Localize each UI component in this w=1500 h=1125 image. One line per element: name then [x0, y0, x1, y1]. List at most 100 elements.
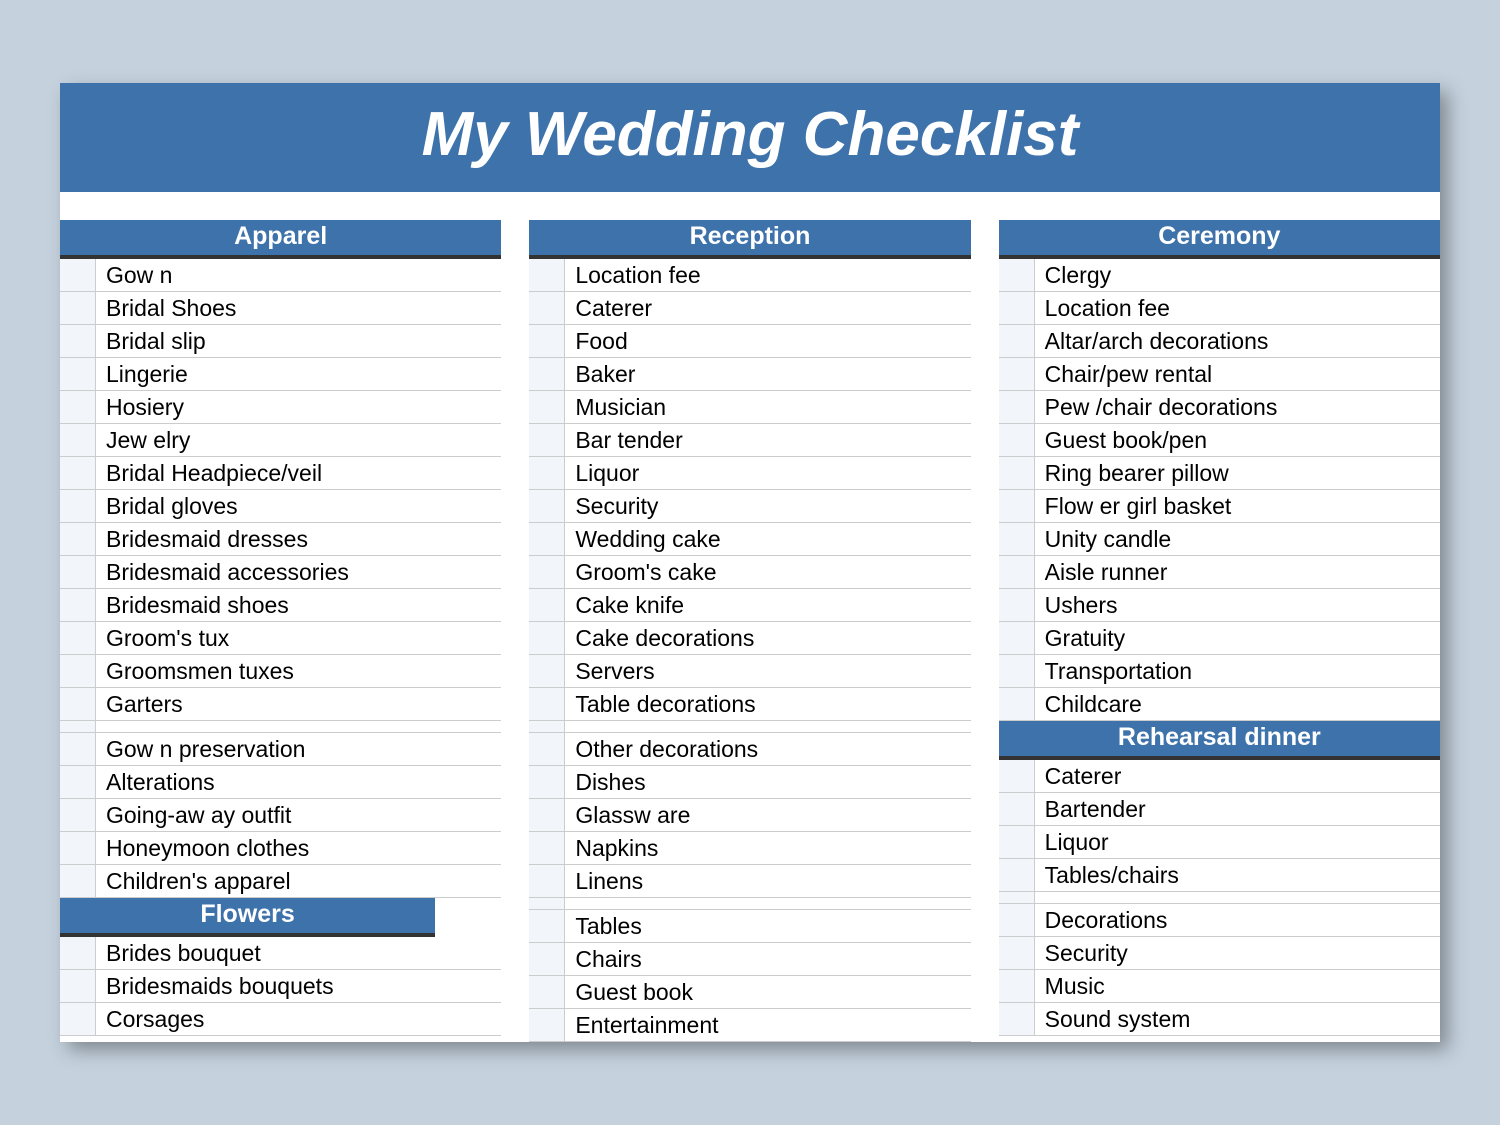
list-item: Altar/arch decorations	[999, 325, 1440, 358]
checkbox-cell[interactable]	[529, 259, 565, 292]
list-item: Ring bearer pillow	[999, 457, 1440, 490]
list-item: Entertainment	[529, 1009, 970, 1042]
checkbox-cell[interactable]	[60, 721, 96, 733]
item-label: Bridal gloves	[96, 490, 501, 523]
checkbox-cell[interactable]	[60, 655, 96, 688]
checkbox-cell[interactable]	[60, 865, 96, 898]
checkbox-cell[interactable]	[60, 523, 96, 556]
checkbox-cell[interactable]	[999, 325, 1035, 358]
list-item: Bridesmaid dresses	[60, 523, 501, 556]
list-item: Location fee	[529, 259, 970, 292]
checkbox-cell[interactable]	[60, 490, 96, 523]
checkbox-cell[interactable]	[529, 457, 565, 490]
checkbox-cell[interactable]	[999, 937, 1035, 970]
checkbox-cell[interactable]	[529, 733, 565, 766]
checkbox-cell[interactable]	[529, 976, 565, 1009]
checkbox-cell[interactable]	[529, 799, 565, 832]
checkbox-cell[interactable]	[60, 622, 96, 655]
checkbox-cell[interactable]	[999, 904, 1035, 937]
list-item: Clergy	[999, 259, 1440, 292]
checkbox-cell[interactable]	[999, 760, 1035, 793]
checkbox-cell[interactable]	[999, 556, 1035, 589]
item-label: Groomsmen tuxes	[96, 655, 501, 688]
checkbox-cell[interactable]	[529, 589, 565, 622]
list-item: Children's apparel	[60, 865, 501, 898]
checkbox-cell[interactable]	[529, 832, 565, 865]
list-item: Gow n preservation	[60, 733, 501, 766]
checkbox-cell[interactable]	[999, 1003, 1035, 1036]
checkbox-cell[interactable]	[529, 766, 565, 799]
checkbox-cell[interactable]	[529, 688, 565, 721]
item-label: Bartender	[1035, 793, 1440, 826]
checkbox-cell[interactable]	[529, 910, 565, 943]
checkbox-cell[interactable]	[60, 325, 96, 358]
checkbox-cell[interactable]	[529, 655, 565, 688]
checkbox-cell[interactable]	[999, 424, 1035, 457]
checkbox-cell[interactable]	[999, 358, 1035, 391]
checkbox-cell[interactable]	[529, 292, 565, 325]
list-item: Other decorations	[529, 733, 970, 766]
checkbox-cell[interactable]	[529, 391, 565, 424]
checkbox-cell[interactable]	[60, 1003, 96, 1036]
item-label: Groom's cake	[565, 556, 970, 589]
checkbox-cell[interactable]	[999, 490, 1035, 523]
checkbox-cell[interactable]	[60, 766, 96, 799]
checkbox-cell[interactable]	[60, 391, 96, 424]
checkbox-cell[interactable]	[999, 523, 1035, 556]
checkbox-cell[interactable]	[999, 391, 1035, 424]
checkbox-cell[interactable]	[60, 457, 96, 490]
checkbox-cell[interactable]	[999, 859, 1035, 892]
item-label: Baker	[565, 358, 970, 391]
list-item: Bridal Shoes	[60, 292, 501, 325]
list-item: Aisle runner	[999, 556, 1440, 589]
checkbox-cell[interactable]	[999, 292, 1035, 325]
item-label: Guest book	[565, 976, 970, 1009]
checkbox-cell[interactable]	[529, 325, 565, 358]
section-header: Ceremony	[999, 220, 1440, 259]
checkbox-cell[interactable]	[999, 457, 1035, 490]
checkbox-cell[interactable]	[529, 721, 565, 733]
checkbox-cell[interactable]	[60, 292, 96, 325]
checkbox-cell[interactable]	[999, 622, 1035, 655]
checkbox-cell[interactable]	[999, 826, 1035, 859]
checkbox-cell[interactable]	[999, 970, 1035, 1003]
item-label: Lingerie	[96, 358, 501, 391]
item-label: Chair/pew rental	[1035, 358, 1440, 391]
checkbox-cell[interactable]	[529, 622, 565, 655]
checkbox-cell[interactable]	[529, 898, 565, 910]
checkbox-cell[interactable]	[999, 688, 1035, 721]
checkbox-cell[interactable]	[60, 970, 96, 1003]
list-item: Guest book	[529, 976, 970, 1009]
checkbox-cell[interactable]	[999, 793, 1035, 826]
checkbox-cell[interactable]	[60, 799, 96, 832]
checkbox-cell[interactable]	[529, 490, 565, 523]
list-item: Tables	[529, 910, 970, 943]
list-item: Jew elry	[60, 424, 501, 457]
checkbox-cell[interactable]	[60, 832, 96, 865]
checkbox-cell[interactable]	[60, 688, 96, 721]
checkbox-cell[interactable]	[60, 733, 96, 766]
item-label: Table decorations	[565, 688, 970, 721]
checkbox-cell[interactable]	[60, 424, 96, 457]
checkbox-cell[interactable]	[60, 556, 96, 589]
checkbox-cell[interactable]	[999, 259, 1035, 292]
checkbox-cell[interactable]	[529, 943, 565, 976]
checkbox-cell[interactable]	[529, 1009, 565, 1042]
checkbox-cell[interactable]	[529, 556, 565, 589]
checkbox-cell[interactable]	[999, 655, 1035, 688]
item-label: Hosiery	[96, 391, 501, 424]
checkbox-cell[interactable]	[60, 259, 96, 292]
item-label	[96, 721, 501, 733]
checkbox-cell[interactable]	[529, 865, 565, 898]
checkbox-cell[interactable]	[60, 358, 96, 391]
checkbox-cell[interactable]	[529, 358, 565, 391]
checkbox-cell[interactable]	[529, 523, 565, 556]
item-label: Honeymoon clothes	[96, 832, 501, 865]
checkbox-cell[interactable]	[529, 424, 565, 457]
item-label: Ring bearer pillow	[1035, 457, 1440, 490]
checkbox-cell[interactable]	[60, 589, 96, 622]
checkbox-cell[interactable]	[999, 892, 1035, 904]
checkbox-cell[interactable]	[999, 589, 1035, 622]
list-item: Glassw are	[529, 799, 970, 832]
checkbox-cell[interactable]	[60, 937, 96, 970]
